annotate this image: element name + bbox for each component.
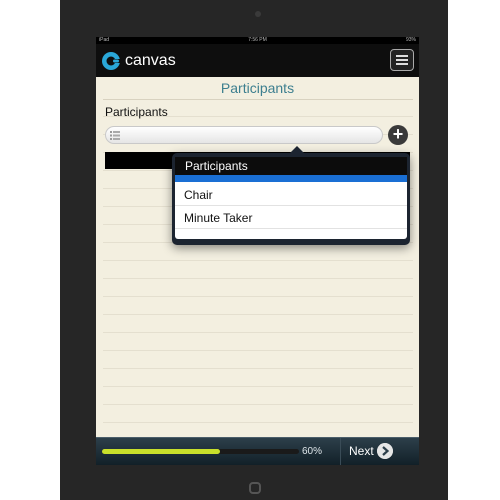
progress-bar: [102, 449, 299, 454]
menu-button[interactable]: [390, 49, 414, 71]
popover-arrow: [290, 146, 304, 153]
app-header: canvas: [96, 44, 419, 77]
plus-circle-icon: +: [392, 124, 404, 144]
battery-label: 93%: [405, 37, 416, 43]
app-logo: canvas: [101, 50, 176, 72]
ipad-frame: iPad 7:56 PM 93% canvas Participants Par…: [60, 0, 448, 500]
popover-title: Participants: [175, 157, 407, 175]
app-name: canvas: [125, 52, 176, 69]
hamburger-line: [396, 59, 408, 61]
clock: 7:56 PM: [248, 37, 267, 43]
status-bar: iPad 7:56 PM 93%: [96, 37, 419, 44]
participants-popover: Participants Chair Minute Taker: [172, 146, 410, 245]
list-item-minute-taker[interactable]: Minute Taker: [175, 207, 407, 229]
app-screen: iPad 7:56 PM 93% canvas Participants Par…: [96, 37, 419, 465]
hamburger-menu-icon: [396, 55, 408, 57]
add-participant-button[interactable]: +: [388, 125, 408, 145]
page-title: Participants: [220, 80, 295, 96]
footer-bar: 60% Next: [96, 437, 419, 465]
camera: [255, 11, 261, 17]
participants-field-label: Participants: [105, 105, 168, 119]
title-divider: [103, 99, 413, 100]
lined-paper-background: [103, 99, 413, 437]
home-button[interactable]: [249, 482, 261, 494]
list-item-chair[interactable]: Chair: [175, 184, 407, 206]
popover-list: Chair Minute Taker: [175, 175, 407, 239]
participant-search-input[interactable]: [105, 126, 383, 144]
next-button[interactable]: Next: [340, 438, 419, 465]
hamburger-line: [396, 63, 408, 65]
selected-indicator: [175, 175, 407, 182]
progress-fill: [102, 449, 221, 454]
next-label: Next: [349, 444, 374, 458]
canvas-logo-icon: [102, 52, 121, 70]
chevron-right-circle-icon: [377, 443, 393, 459]
progress-percent: 60%: [302, 446, 323, 457]
list-icon: [110, 131, 120, 140]
